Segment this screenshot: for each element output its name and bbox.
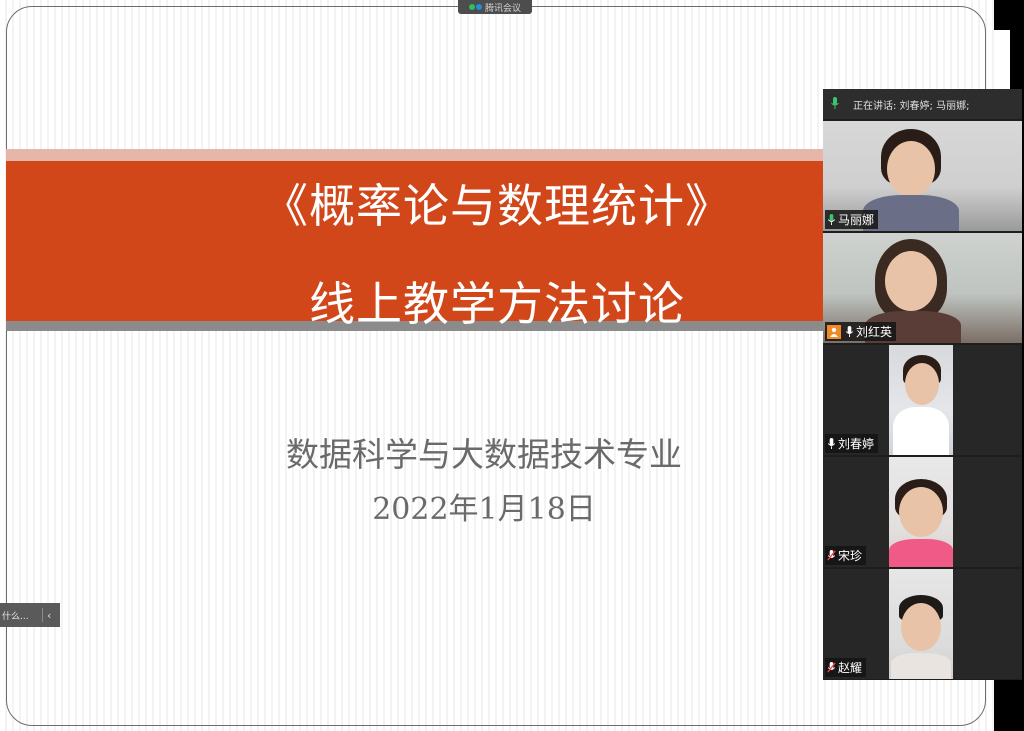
participant-name-tag: 赵耀	[825, 658, 867, 677]
host-icon	[827, 324, 841, 339]
mic-muted-icon	[827, 550, 836, 561]
participant-face	[887, 141, 935, 197]
slide-stripe-pink	[6, 149, 824, 161]
toast-divider	[42, 608, 43, 622]
participant-name-tag: 马丽娜	[825, 210, 879, 229]
participant-name: 赵耀	[838, 661, 863, 675]
collapse-chevron-icon[interactable]: ‹	[47, 609, 51, 622]
participant-face	[905, 363, 939, 405]
video-tile-song-zhen[interactable]: 宋珍	[823, 457, 1022, 567]
video-tile-liu-hongying[interactable]: 刘红英	[823, 233, 1022, 343]
video-gallery-panel: 正在讲话: 刘春婷; 马丽娜; 马丽娜 刘红英 刘春婷 宋珍 赵耀	[823, 89, 1022, 680]
side-message-toast[interactable]: 什么... ‹	[0, 603, 60, 627]
meeting-app-label: 腾讯会议	[484, 3, 521, 14]
mic-icon	[831, 96, 839, 112]
participant-name: 刘春婷	[838, 437, 875, 451]
tencent-meeting-logo-icon	[468, 4, 482, 10]
speaking-label: 正在讲话: 刘春婷; 马丽娜;	[853, 100, 970, 112]
participant-name-tag: 刘红英	[825, 322, 897, 341]
meeting-app-badge[interactable]: 腾讯会议	[458, 0, 532, 14]
participant-face	[885, 251, 937, 311]
speaking-indicator-bar: 正在讲话: 刘春婷; 马丽娜;	[823, 89, 1022, 119]
mic-muted-icon	[827, 662, 836, 673]
mic-on-icon	[845, 326, 854, 337]
video-tile-ma-lina[interactable]: 马丽娜	[823, 121, 1022, 231]
participant-body	[893, 407, 949, 455]
participant-face	[899, 487, 943, 537]
participant-name-tag: 宋珍	[825, 546, 867, 565]
participant-face	[901, 603, 941, 651]
participant-name: 马丽娜	[838, 213, 875, 227]
participant-name: 刘红英	[856, 325, 893, 339]
participant-body	[889, 539, 953, 567]
toast-text: 什么...	[2, 611, 29, 622]
participant-name: 宋珍	[838, 549, 863, 563]
participant-body	[891, 653, 951, 679]
video-tile-liu-chunting[interactable]: 刘春婷	[823, 345, 1022, 455]
participant-name-tag: 刘春婷	[825, 434, 879, 453]
video-tile-zhao-yao[interactable]: 赵耀	[823, 569, 1022, 679]
mic-on-icon	[827, 214, 836, 225]
mic-on-icon	[827, 438, 836, 449]
